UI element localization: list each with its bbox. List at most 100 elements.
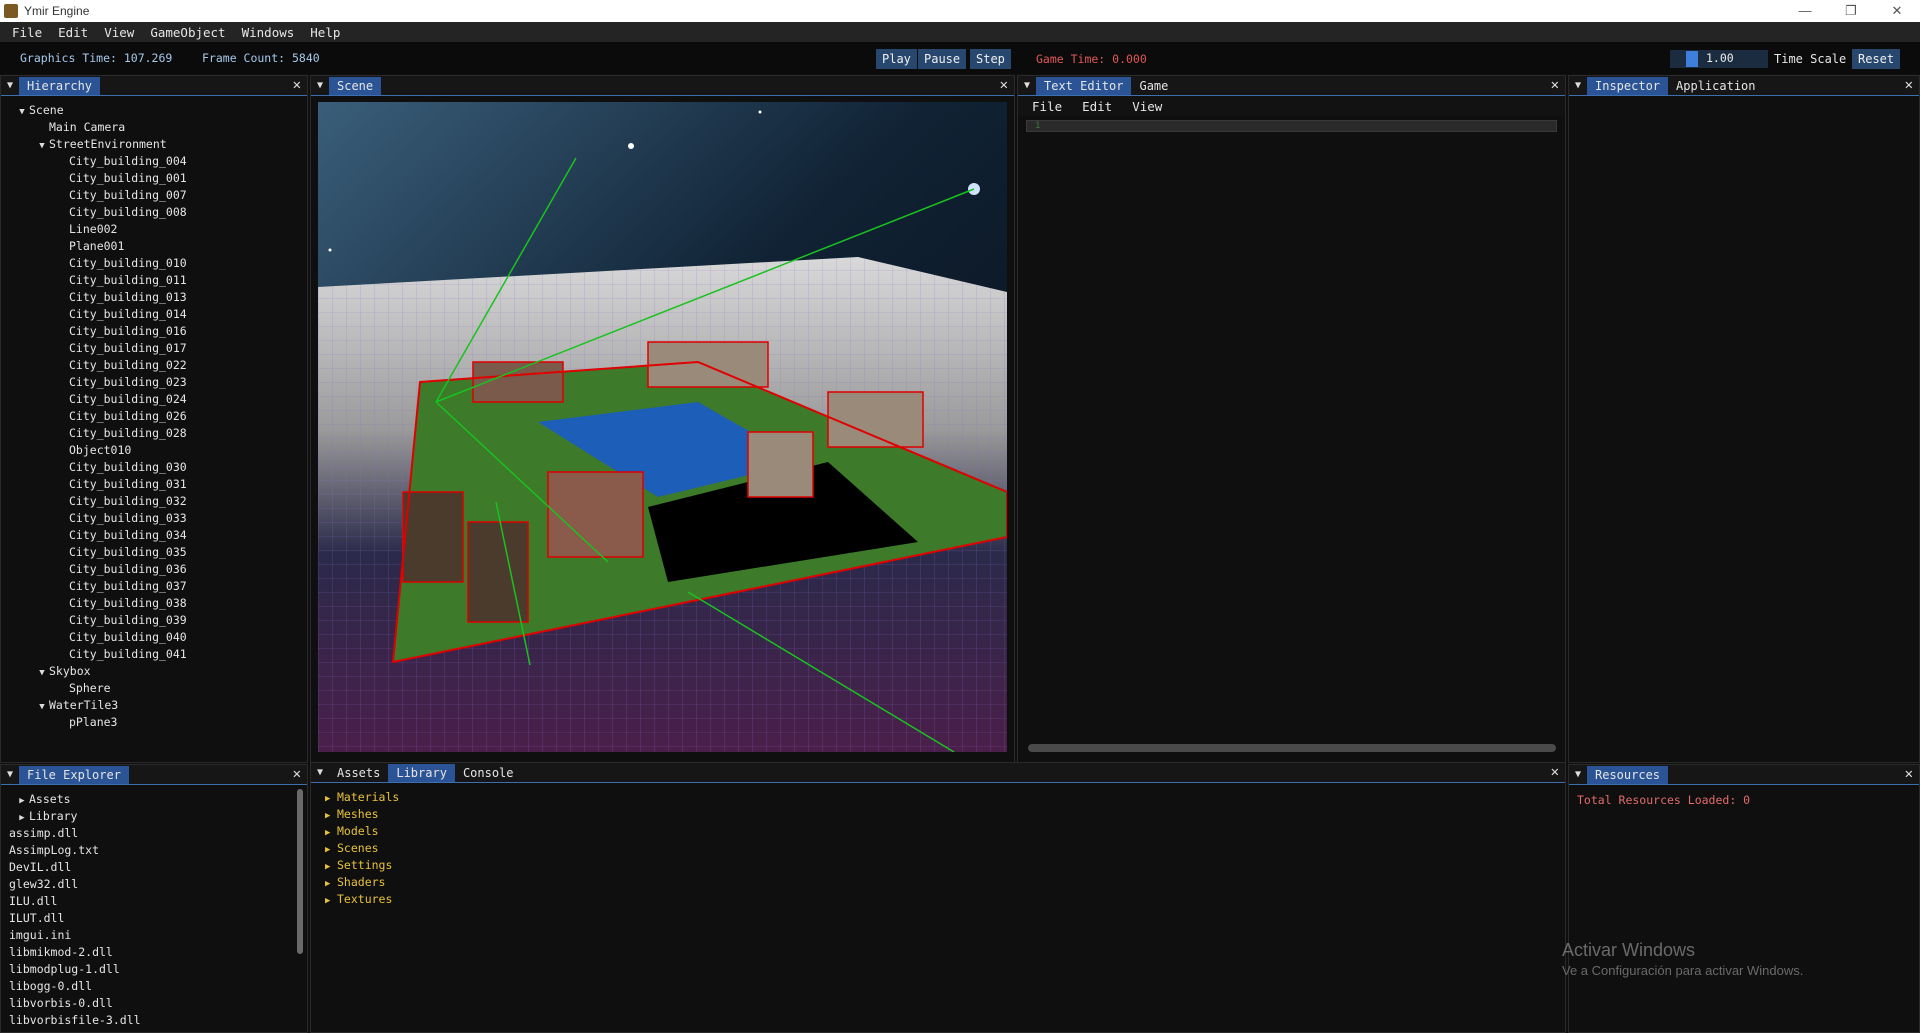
hierarchy-item[interactable]: City_building_013 (1, 289, 307, 306)
hierarchy-item[interactable]: City_building_022 (1, 357, 307, 374)
menu-help[interactable]: Help (302, 25, 348, 40)
collapse-icon[interactable]: ▼ (1018, 77, 1036, 95)
collapse-icon[interactable]: ▼ (311, 77, 329, 95)
editor-menu-file[interactable]: File (1022, 99, 1072, 114)
library-folder[interactable]: ▶ Models (311, 823, 1565, 840)
play-button[interactable]: Play (876, 49, 917, 69)
file-item[interactable]: libmodplug-1.dll (1, 961, 307, 978)
hierarchy-item[interactable]: City_building_008 (1, 204, 307, 221)
library-folder[interactable]: ▶ Meshes (311, 806, 1565, 823)
menu-windows[interactable]: Windows (234, 25, 303, 40)
menu-gameobject[interactable]: GameObject (142, 25, 233, 40)
close-icon[interactable]: ✕ (1551, 764, 1559, 780)
hierarchy-item[interactable]: City_building_007 (1, 187, 307, 204)
expand-arrow-icon[interactable]: ▶ (325, 893, 337, 910)
tab-scene[interactable]: Scene (329, 77, 382, 95)
hierarchy-item[interactable]: City_building_035 (1, 544, 307, 561)
folder-assets[interactable]: ▶ Assets (1, 791, 307, 808)
menu-file[interactable]: File (4, 25, 50, 40)
collapse-icon[interactable]: ▼ (1, 766, 19, 784)
menu-view[interactable]: View (96, 25, 142, 40)
expand-arrow-icon[interactable]: ▼ (35, 665, 49, 682)
library-folder[interactable]: ▶ Materials (311, 789, 1565, 806)
hierarchy-item[interactable]: Plane001 (1, 238, 307, 255)
hierarchy-item[interactable]: ▼ Skybox (1, 663, 307, 680)
editor-menu-edit[interactable]: Edit (1072, 99, 1122, 114)
hierarchy-item[interactable]: City_building_039 (1, 612, 307, 629)
maximize-button[interactable]: ❐ (1828, 0, 1874, 22)
file-item[interactable]: libvorbis-0.dll (1, 995, 307, 1012)
close-icon[interactable]: ✕ (293, 77, 301, 93)
close-window-button[interactable]: ✕ (1874, 0, 1920, 22)
file-item[interactable]: libvorbisfile-3.dll (1, 1012, 307, 1029)
editor-menu-view[interactable]: View (1122, 99, 1172, 114)
library-folder[interactable]: ▶ Textures (311, 891, 1565, 908)
collapse-icon[interactable]: ▼ (311, 764, 329, 782)
close-icon[interactable]: ✕ (1000, 77, 1008, 93)
hierarchy-item[interactable]: City_building_036 (1, 561, 307, 578)
file-item[interactable]: DevIL.dll (1, 859, 307, 876)
file-item[interactable]: AssimpLog.txt (1, 842, 307, 859)
reset-button[interactable]: Reset (1852, 49, 1901, 69)
close-icon[interactable]: ✕ (1551, 77, 1559, 93)
menu-edit[interactable]: Edit (50, 25, 96, 40)
hierarchy-item[interactable]: ▼ StreetEnvironment (1, 136, 307, 153)
editor-text-area[interactable]: 1 (1026, 120, 1557, 132)
file-item[interactable]: ILUT.dll (1, 910, 307, 927)
hierarchy-item[interactable]: Line002 (1, 221, 307, 238)
hierarchy-item[interactable]: City_building_016 (1, 323, 307, 340)
hierarchy-item[interactable]: City_building_038 (1, 595, 307, 612)
tab-file-explorer[interactable]: File Explorer (19, 766, 129, 784)
tab-inspector[interactable]: Inspector (1587, 77, 1669, 95)
tab-resources[interactable]: Resources (1587, 766, 1669, 784)
time-scale-slider-grab[interactable] (1686, 51, 1698, 67)
expand-arrow-icon[interactable]: ▼ (15, 104, 29, 121)
hierarchy-item[interactable]: Main Camera (1, 119, 307, 136)
horizontal-scrollbar[interactable] (1028, 744, 1556, 752)
hierarchy-item[interactable]: City_building_032 (1, 493, 307, 510)
close-icon[interactable]: ✕ (1905, 77, 1913, 93)
hierarchy-item[interactable]: ▼ Scene (1, 102, 307, 119)
tab-library[interactable]: Library (388, 764, 455, 782)
hierarchy-item[interactable]: City_building_026 (1, 408, 307, 425)
vertical-scrollbar[interactable] (297, 789, 303, 954)
hierarchy-item[interactable]: City_building_041 (1, 646, 307, 663)
hierarchy-item[interactable]: City_building_014 (1, 306, 307, 323)
hierarchy-item[interactable]: City_building_030 (1, 459, 307, 476)
tab-game[interactable]: Game (1131, 77, 1176, 95)
close-icon[interactable]: ✕ (293, 766, 301, 782)
hierarchy-item[interactable]: City_building_011 (1, 272, 307, 289)
hierarchy-item[interactable]: City_building_001 (1, 170, 307, 187)
collapse-icon[interactable]: ▼ (1569, 77, 1587, 95)
hierarchy-item[interactable]: City_building_033 (1, 510, 307, 527)
scene-viewport[interactable] (318, 102, 1007, 752)
hierarchy-item[interactable]: City_building_010 (1, 255, 307, 272)
tab-console[interactable]: Console (455, 764, 522, 782)
file-item[interactable]: ILU.dll (1, 893, 307, 910)
hierarchy-item[interactable]: City_building_028 (1, 425, 307, 442)
expand-arrow-icon[interactable]: ▼ (35, 699, 49, 716)
tab-hierarchy[interactable]: Hierarchy (19, 77, 101, 95)
library-folder[interactable]: ▶ Settings (311, 857, 1565, 874)
folder-library[interactable]: ▶ Library (1, 808, 307, 825)
hierarchy-item[interactable]: City_building_004 (1, 153, 307, 170)
hierarchy-item[interactable]: City_building_040 (1, 629, 307, 646)
hierarchy-item[interactable]: City_building_017 (1, 340, 307, 357)
hierarchy-item[interactable]: pPlane3 (1, 714, 307, 731)
pause-button[interactable]: Pause (918, 49, 967, 69)
hierarchy-item[interactable]: Sphere (1, 680, 307, 697)
hierarchy-item[interactable]: Object010 (1, 442, 307, 459)
tab-assets[interactable]: Assets (329, 764, 388, 782)
tab-text-editor[interactable]: Text Editor (1036, 77, 1132, 95)
minimize-button[interactable]: — (1782, 0, 1828, 22)
library-folder[interactable]: ▶ Shaders (311, 874, 1565, 891)
expand-arrow-icon[interactable]: ▼ (35, 138, 49, 155)
hierarchy-item[interactable]: ▼ WaterTile3 (1, 697, 307, 714)
step-button[interactable]: Step (970, 49, 1011, 69)
file-item[interactable]: libmikmod-2.dll (1, 944, 307, 961)
collapse-icon[interactable]: ▼ (1569, 766, 1587, 784)
time-scale-slider[interactable]: 1.00 (1670, 50, 1768, 68)
hierarchy-item[interactable]: City_building_037 (1, 578, 307, 595)
file-item[interactable]: glew32.dll (1, 876, 307, 893)
collapse-icon[interactable]: ▼ (1, 77, 19, 95)
